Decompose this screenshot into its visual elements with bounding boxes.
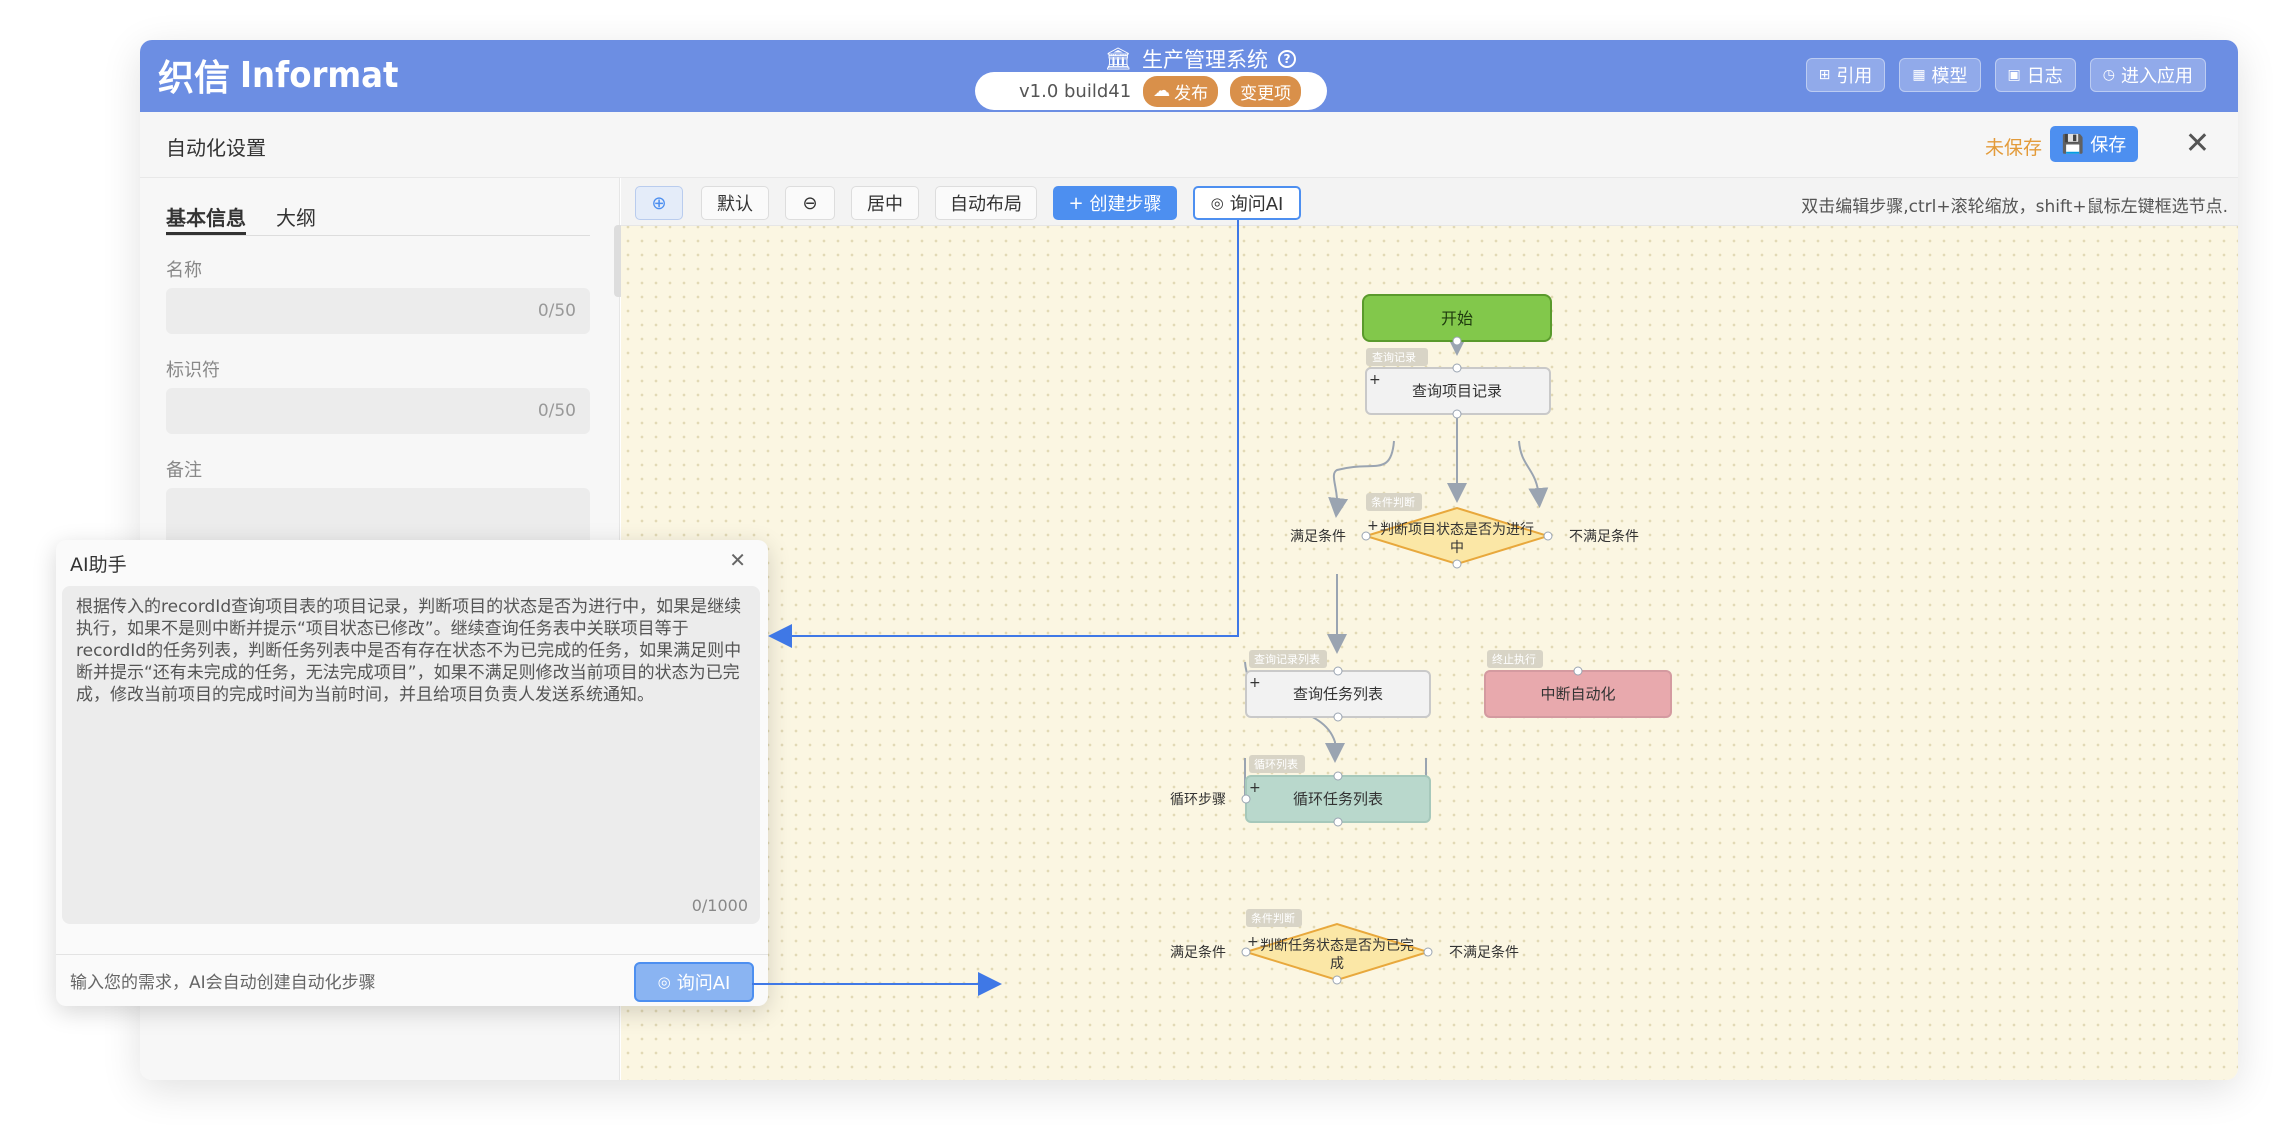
ai-ask-label: 询问AI — [676, 973, 731, 994]
ai-close-icon[interactable]: ✕ — [729, 548, 746, 572]
cond2-no-label: 不满足条件 — [1449, 944, 1519, 961]
changes-label: 变更项 — [1240, 83, 1292, 104]
help-icon[interactable]: ? — [1277, 50, 1296, 68]
node-start[interactable]: 开始 — [1362, 294, 1552, 346]
left-tabs: 基本信息 大纲 — [166, 192, 590, 236]
publish-button[interactable]: ☁ 发布 — [1143, 75, 1219, 107]
cond1-yes-label: 满足条件 — [1290, 528, 1346, 545]
node-start-label: 开始 — [1441, 309, 1473, 328]
unsaved-status: 未保存 — [1984, 137, 2042, 159]
ai-char-counter: 0/1000 — [691, 896, 748, 915]
model-button[interactable]: ▦ 模型 — [1899, 58, 1981, 92]
node-loop[interactable]: 循环列表 + 循环任务列表 循环步骤 — [1170, 755, 1431, 827]
node-loop-tag: 循环列表 — [1254, 757, 1298, 771]
close-icon[interactable]: ✕ — [2185, 126, 2210, 162]
logo: 织信 Informat — [158, 50, 399, 100]
node-stop-tag: 终止执行 — [1492, 652, 1536, 666]
log-label: 日志 — [2026, 66, 2063, 87]
cloud-upload-icon: ☁ — [1153, 81, 1171, 101]
system-title-text: 生产管理系统 — [1141, 48, 1268, 72]
publish-label: 发布 — [1174, 83, 1209, 104]
remark-input[interactable] — [166, 488, 590, 548]
log-button[interactable]: ▣ 日志 — [1994, 58, 2076, 92]
node-query-record-tag: 查询记录 — [1372, 350, 1416, 364]
cond2-yes-label: 满足条件 — [1170, 944, 1226, 961]
ai-divider — [56, 954, 768, 955]
bank-icon: 🏛 — [1104, 46, 1132, 72]
remark-label: 备注 — [166, 460, 202, 481]
model-icon: ▦ — [1912, 67, 1926, 83]
node-condition-2[interactable]: 条件判断 + 判断任务状态是否为已完 成 满足条件 不满足条件 — [1170, 909, 1519, 985]
save-icon: 💾 — [2061, 133, 2085, 155]
add-icon: + — [1249, 675, 1261, 691]
edge-cond1-to-stop — [1518, 440, 1549, 508]
reference-label: 引用 — [1836, 66, 1873, 87]
top-bar: 织信 Informat 🏛 生产管理系统 ? v1.0 build41 ☁ 发布… — [140, 40, 2238, 112]
name-label: 名称 — [166, 260, 202, 281]
tab-outline[interactable]: 大纲 — [276, 192, 316, 235]
name-input[interactable]: 0/50 — [166, 288, 590, 334]
page-title: 自动化设置 — [166, 136, 266, 160]
node-condition-2-line1: 判断任务状态是否为已完 — [1260, 938, 1414, 954]
logo-mark: 织信 — [158, 58, 231, 99]
ai-robot-icon: ◎ — [657, 973, 671, 991]
node-condition-1-tag: 条件判断 — [1371, 495, 1415, 509]
system-title: 🏛 生产管理系统 ? — [1040, 44, 1360, 74]
enter-app-label: 进入应用 — [2121, 66, 2193, 87]
reference-button[interactable]: ⊞ 引用 — [1805, 58, 1886, 92]
version-text: v1.0 build41 — [1019, 80, 1132, 102]
enter-app-icon: ◷ — [2102, 67, 2115, 83]
flow-canvas[interactable]: ⊕ 默认 ⊖ 居中 自动布局 + 创建步骤 ◎ 询问AI 双击编辑步骤,ctrl… — [621, 178, 2238, 1080]
node-query-record-label: 查询项目记录 — [1412, 382, 1502, 400]
reference-icon: ⊞ — [1818, 67, 1831, 83]
save-label: 保存 — [2090, 135, 2127, 156]
node-condition-1-line2: 中 — [1450, 540, 1464, 556]
node-stop-label: 中断自动化 — [1540, 685, 1615, 703]
top-actions: ⊞ 引用 ▦ 模型 ▣ 日志 ◷ 进入应用 — [1805, 58, 2206, 92]
node-query-list[interactable]: 查询记录列表 + 查询任务列表 — [1245, 650, 1431, 722]
logo-text: Informat — [240, 54, 399, 96]
add-icon: + — [1367, 518, 1379, 534]
node-query-record[interactable]: 查询记录 + 查询项目记录 — [1365, 348, 1551, 419]
flow-diagram: 开始 查询记录 + 查询项目记录 条件判断 + 判断项目状态是否为进行 中 满足… — [1170, 294, 1672, 985]
node-loop-label: 循环任务列表 — [1293, 790, 1383, 808]
add-icon: + — [1249, 780, 1261, 796]
ai-ask-button[interactable]: ◎ 询问AI — [634, 962, 754, 1002]
node-condition-2-tag: 条件判断 — [1251, 911, 1295, 925]
add-icon: + — [1247, 934, 1259, 950]
cond1-no-label: 不满足条件 — [1569, 528, 1639, 545]
save-button[interactable]: 💾 保存 — [2050, 126, 2138, 162]
tab-basic-info[interactable]: 基本信息 — [166, 192, 246, 235]
node-condition-2-line2: 成 — [1330, 956, 1344, 972]
log-icon: ▣ — [2007, 67, 2021, 83]
version-pill: v1.0 build41 ☁ 发布 变更项 — [975, 72, 1327, 110]
ai-assistant-dialog: AI助手 ✕ 根据传入的recordId查询项目表的项目记录，判断项目的状态是否… — [56, 540, 768, 1006]
node-condition-1-line1: 判断项目状态是否为进行 — [1380, 522, 1534, 538]
node-query-list-tag: 查询记录列表 — [1254, 652, 1320, 666]
identifier-input[interactable]: 0/50 — [166, 388, 590, 434]
enter-app-button[interactable]: ◷ 进入应用 — [2089, 58, 2206, 92]
identifier-label: 标识符 — [166, 360, 220, 381]
ai-prompt-textarea[interactable]: 根据传入的recordId查询项目表的项目记录，判断项目的状态是否为进行中，如果… — [62, 586, 760, 924]
node-condition-1[interactable]: 条件判断 + 判断项目状态是否为进行 中 满足条件 不满足条件 — [1290, 493, 1639, 569]
ai-prompt-text: 根据传入的recordId查询项目表的项目记录，判断项目的状态是否为进行中，如果… — [76, 597, 742, 705]
add-icon: + — [1369, 372, 1381, 388]
loop-side-label: 循环步骤 — [1170, 792, 1226, 808]
settings-header: 自动化设置 未保存 💾 保存 ✕ — [140, 112, 2238, 178]
ai-dialog-title: AI助手 — [70, 554, 127, 576]
ai-input-hint: 输入您的需求，AI会自动创建自动化步骤 — [70, 973, 376, 993]
node-stop[interactable]: 终止执行 中断自动化 — [1484, 650, 1672, 718]
model-label: 模型 — [1931, 66, 1968, 87]
node-query-list-label: 查询任务列表 — [1293, 685, 1383, 703]
changes-button[interactable]: 变更项 — [1230, 75, 1302, 107]
